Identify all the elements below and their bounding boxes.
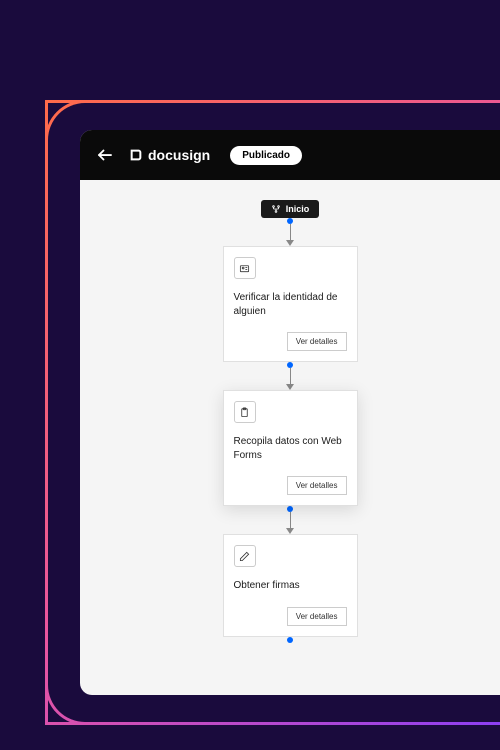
connector <box>286 362 294 390</box>
connector <box>286 506 294 534</box>
id-verify-icon <box>234 257 256 279</box>
view-details-button[interactable]: Ver detalles <box>287 476 347 495</box>
step-title: Obtener firmas <box>234 579 347 593</box>
workflow-step-card[interactable]: Verificar la identidad de alguien Ver de… <box>223 246 358 362</box>
header-bar: docusign Publicado <box>80 130 500 180</box>
step-title: Recopila datos con Web Forms <box>234 435 347 462</box>
start-node[interactable]: Inicio <box>261 200 320 218</box>
workflow-step-card[interactable]: Obtener firmas Ver detalles <box>223 534 358 637</box>
status-badge: Publicado <box>230 146 302 165</box>
step-title: Verificar la identidad de alguien <box>234 291 347 318</box>
start-label: Inicio <box>286 204 310 214</box>
workflow-canvas: Inicio Verificar la identidad de alguien <box>80 180 500 695</box>
pen-icon <box>234 545 256 567</box>
connector <box>287 637 293 643</box>
back-button[interactable] <box>96 146 114 164</box>
workflow-step-card[interactable]: Recopila datos con Web Forms Ver detalle… <box>223 390 358 506</box>
brand-logo: docusign <box>128 147 210 163</box>
view-details-button[interactable]: Ver detalles <box>287 607 347 626</box>
app-window: docusign Publicado Inicio <box>80 130 500 695</box>
view-details-button[interactable]: Ver detalles <box>287 332 347 351</box>
connector <box>286 218 294 246</box>
start-icon <box>271 204 281 214</box>
docusign-logo-icon <box>128 147 144 163</box>
clipboard-icon <box>234 401 256 423</box>
brand-name: docusign <box>148 147 210 163</box>
